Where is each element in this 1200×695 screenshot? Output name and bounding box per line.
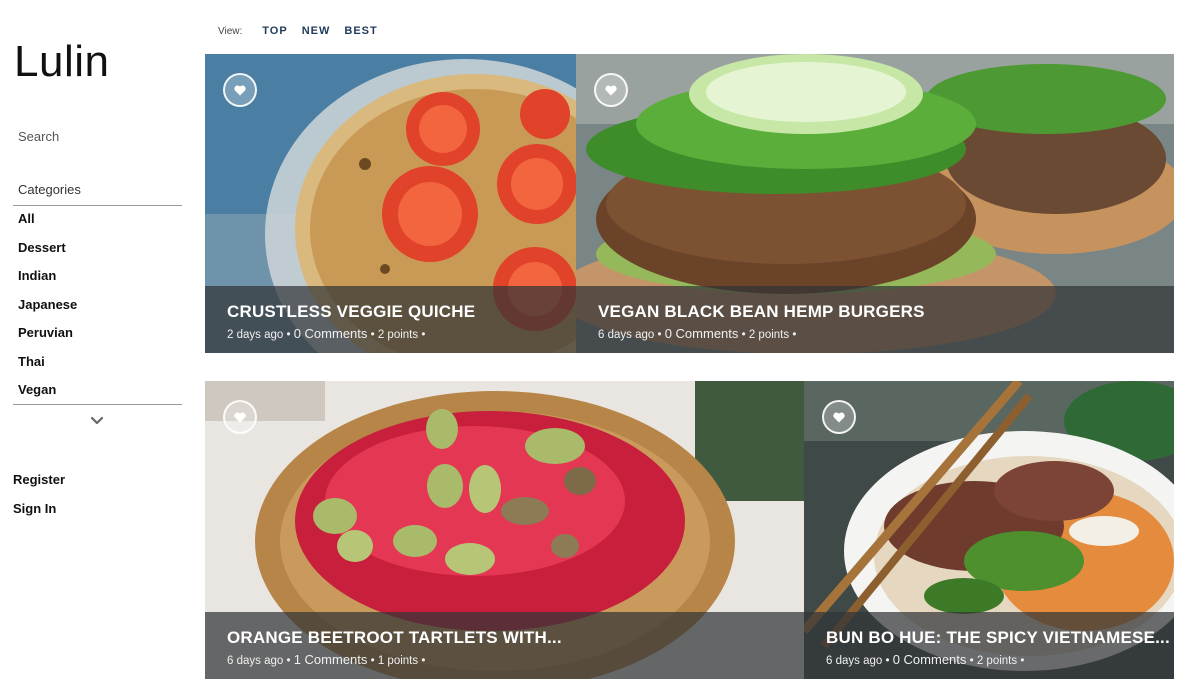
card-meta: 6 days ago • 0 Comments • 2 points • <box>598 326 796 341</box>
card-title[interactable]: ORANGE BEETROOT TARTLETS WITH... <box>227 628 562 648</box>
categories-heading: Categories <box>18 182 81 197</box>
view-new-link[interactable]: NEW <box>302 25 331 37</box>
card-meta: 6 days ago • 0 Comments • 2 points • <box>826 652 1024 667</box>
sidebar: Lulin Search Categories All Dessert Indi… <box>0 0 195 695</box>
card-comments[interactable]: 0 Comments <box>665 326 739 341</box>
card-meta: 6 days ago • 1 Comments • 1 points • <box>227 652 425 667</box>
card-age: 6 days ago <box>598 329 655 341</box>
favorite-button[interactable] <box>822 400 856 434</box>
card-points: 2 points <box>377 329 419 341</box>
search-input[interactable]: Search <box>18 129 59 144</box>
card-title[interactable]: VEGAN BLACK BEAN HEMP BURGERS <box>598 302 925 322</box>
meta-separator: • <box>1020 655 1025 667</box>
heart-icon <box>833 412 845 422</box>
category-item-indian[interactable]: Indian <box>18 267 77 296</box>
meta-separator: • <box>969 655 974 667</box>
category-item-dessert[interactable]: Dessert <box>18 239 77 268</box>
category-list: All Dessert Indian Japanese Peruvian Tha… <box>18 210 77 410</box>
meta-separator: • <box>286 329 291 341</box>
meta-separator: • <box>286 655 291 667</box>
view-label: View: <box>218 25 243 37</box>
site-logo[interactable]: Lulin <box>14 40 109 84</box>
recipe-card[interactable]: CRUSTLESS VEGGIE QUICHE 2 days ago • 0 C… <box>205 54 576 353</box>
card-comments[interactable]: 1 Comments <box>294 652 368 667</box>
card-age: 6 days ago <box>826 655 883 667</box>
card-points: 1 points <box>377 655 419 667</box>
card-points: 2 points <box>748 329 790 341</box>
auth-links: Register Sign In <box>13 472 65 529</box>
category-item-peruvian[interactable]: Peruvian <box>18 324 77 353</box>
recipe-card[interactable]: ORANGE BEETROOT TARTLETS WITH... 6 days … <box>205 381 804 679</box>
meta-separator: • <box>370 655 375 667</box>
category-item-japanese[interactable]: Japanese <box>18 296 77 325</box>
heart-icon <box>605 85 617 95</box>
category-item-thai[interactable]: Thai <box>18 353 77 382</box>
category-item-vegan[interactable]: Vegan <box>18 381 77 410</box>
heart-icon <box>234 412 246 422</box>
card-comments[interactable]: 0 Comments <box>893 652 967 667</box>
meta-separator: • <box>421 329 426 341</box>
meta-separator: • <box>370 329 375 341</box>
card-comments[interactable]: 0 Comments <box>294 326 368 341</box>
categories-divider-bottom <box>13 404 182 405</box>
favorite-button[interactable] <box>223 400 257 434</box>
chevron-down-icon[interactable] <box>90 414 104 428</box>
card-title[interactable]: CRUSTLESS VEGGIE QUICHE <box>227 302 475 322</box>
card-meta: 2 days ago • 0 Comments • 2 points • <box>227 326 425 341</box>
recipe-card[interactable]: BUN BO HUE: THE SPICY VIETNAMESE... 6 da… <box>804 381 1174 679</box>
view-top-link[interactable]: TOP <box>262 25 287 37</box>
meta-separator: • <box>421 655 426 667</box>
favorite-button[interactable] <box>223 73 257 107</box>
heart-icon <box>234 85 246 95</box>
recipe-card[interactable]: VEGAN BLACK BEAN HEMP BURGERS 6 days ago… <box>576 54 1174 353</box>
view-sort-bar: View: TOP NEW BEST <box>218 25 392 37</box>
card-title[interactable]: BUN BO HUE: THE SPICY VIETNAMESE... <box>826 628 1170 648</box>
meta-separator: • <box>657 329 662 341</box>
meta-separator: • <box>741 329 746 341</box>
view-best-link[interactable]: BEST <box>344 25 377 37</box>
sign-in-link[interactable]: Sign In <box>13 501 65 530</box>
meta-separator: • <box>885 655 890 667</box>
card-age: 6 days ago <box>227 655 284 667</box>
category-item-all[interactable]: All <box>18 210 77 239</box>
favorite-button[interactable] <box>594 73 628 107</box>
register-link[interactable]: Register <box>13 472 65 501</box>
card-age: 2 days ago <box>227 329 284 341</box>
meta-separator: • <box>792 329 797 341</box>
categories-divider-top <box>13 205 182 206</box>
card-points: 2 points <box>976 655 1018 667</box>
